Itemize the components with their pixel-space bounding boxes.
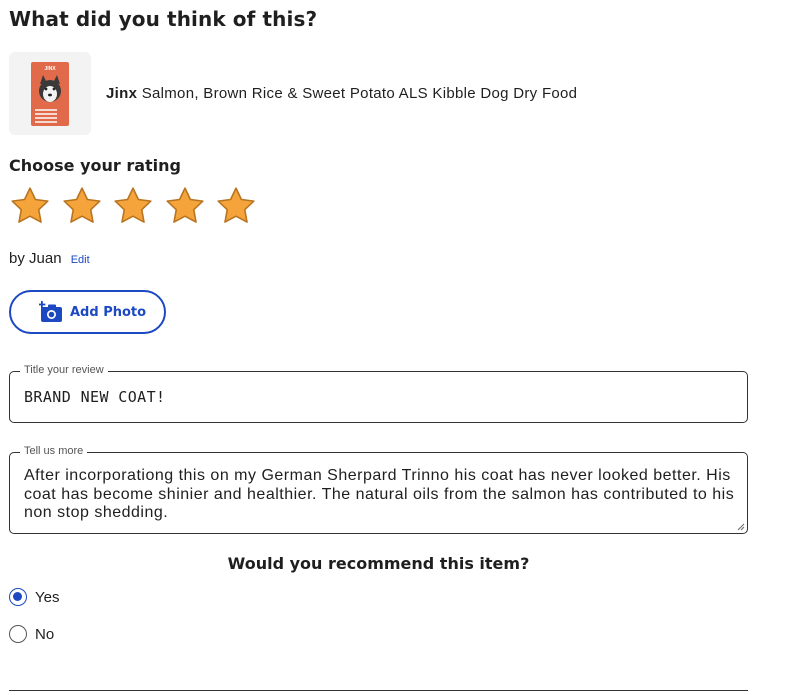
author-name: by Juan — [9, 250, 62, 267]
star-rating[interactable] — [9, 185, 267, 227]
rating-label: Choose your rating — [9, 156, 181, 175]
review-body-field[interactable]: Tell us more After incorporationg this o… — [9, 445, 748, 534]
resize-grip-icon[interactable] — [737, 523, 745, 531]
next-field-border — [9, 690, 748, 691]
review-title-field[interactable]: Title your review BRAND NEW COAT! — [9, 364, 748, 423]
recommend-question: Would you recommend this item? — [227, 554, 530, 573]
star-2-icon[interactable] — [61, 185, 103, 227]
recommend-no-option[interactable]: No — [9, 625, 54, 643]
product-thumbnail: JINX — [9, 52, 91, 135]
recommend-yes-option[interactable]: Yes — [9, 588, 59, 606]
product-name: Jinx Salmon, Brown Rice & Sweet Potato A… — [106, 85, 577, 102]
review-title-legend: Title your review — [20, 364, 108, 376]
star-5-icon[interactable] — [215, 185, 257, 227]
star-4-icon[interactable] — [164, 185, 206, 227]
product-brand: Jinx — [106, 85, 138, 102]
edit-author-link[interactable]: Edit — [71, 254, 90, 266]
husky-dog-icon — [39, 74, 61, 102]
review-body-textarea[interactable]: After incorporationg this on my German S… — [24, 467, 735, 523]
add-photo-button[interactable]: Add Photo — [9, 290, 166, 334]
page-title: What did you think of this? — [9, 7, 318, 31]
star-3-icon[interactable] — [112, 185, 154, 227]
author-byline: by Juan Edit — [9, 250, 90, 267]
review-body-legend: Tell us more — [20, 445, 88, 457]
add-camera-icon — [39, 301, 62, 322]
review-form-page: What did you think of this? JINX Jinx Sa… — [0, 0, 800, 695]
recommend-yes-label: Yes — [35, 588, 60, 606]
bag-brand-text: JINX — [44, 65, 56, 72]
product-title: Salmon, Brown Rice & Sweet Potato ALS Ki… — [141, 85, 578, 102]
star-1-icon[interactable] — [9, 185, 51, 227]
recommend-yes-radio[interactable] — [9, 588, 27, 606]
add-photo-label: Add Photo — [70, 304, 147, 320]
bag-label-lines — [35, 108, 57, 125]
recommend-no-radio[interactable] — [9, 625, 27, 643]
product-summary: JINX Jinx Salmon, Brown Rice & Sweet Pot… — [9, 52, 577, 135]
dog-food-bag-image: JINX — [31, 61, 69, 126]
review-title-input[interactable]: BRAND NEW COAT! — [24, 388, 165, 406]
recommend-no-label: No — [35, 625, 55, 643]
